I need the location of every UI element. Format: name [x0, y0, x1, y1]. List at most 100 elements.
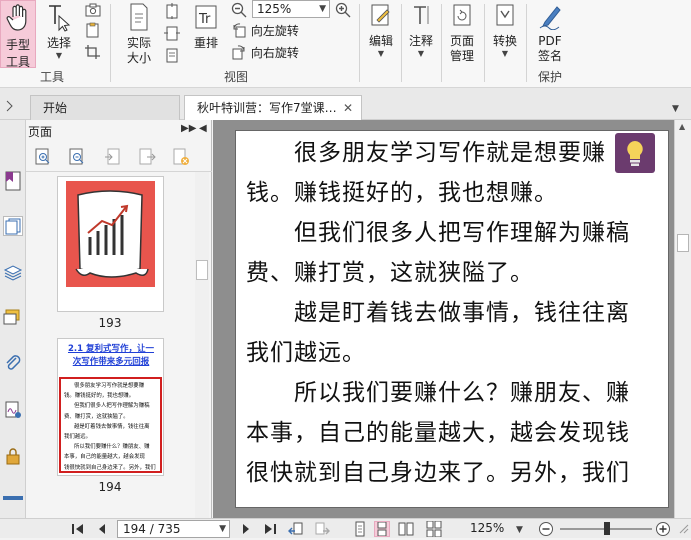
- hand-tool-button[interactable]: 手型 工具: [0, 0, 36, 69]
- edit-icon: [371, 4, 390, 26]
- previous-view-icon: [288, 522, 303, 535]
- panel-hide-button[interactable]: ◀: [199, 123, 207, 134]
- tips-button[interactable]: [615, 133, 655, 173]
- snapshot-button[interactable]: [84, 2, 102, 18]
- document-text-line: 我们越远。: [246, 340, 366, 366]
- page-number-input[interactable]: 194 / 735 ▼: [117, 520, 230, 538]
- select-tool-button[interactable]: 选择 ▼: [42, 2, 76, 60]
- bookmark-icon: [5, 171, 21, 191]
- tab-document[interactable]: 秋叶特训营：写作7堂课… ✕: [184, 95, 362, 120]
- fit-width-button[interactable]: [163, 24, 181, 42]
- layers-panel-button[interactable]: [3, 262, 23, 282]
- rotate-right-button[interactable]: 向右旋转: [231, 44, 299, 62]
- fit-visible-button[interactable]: [163, 46, 181, 64]
- security-panel-button[interactable]: [3, 446, 23, 466]
- view-group-label: 视图: [223, 70, 248, 84]
- annotate-label: 注释: [408, 34, 433, 48]
- signature-icon: [5, 401, 21, 418]
- comments-panel-button[interactable]: [3, 308, 23, 328]
- chevron-down-icon: ▼: [672, 104, 679, 114]
- fit-page-icon: [166, 3, 178, 19]
- double-chevron-right-icon: ▶▶: [181, 123, 197, 134]
- scroll-up-icon[interactable]: ▲: [679, 122, 685, 131]
- resize-grip-icon: [679, 524, 689, 534]
- last-page-button[interactable]: [262, 521, 278, 537]
- page-thumbnail-194[interactable]: 2.1 复利式写作，让一 次写作带来多元回报 很多朋友学习写作就是想要赚 钱。赚…: [57, 338, 164, 476]
- tabbar-arrow-icon[interactable]: [4, 100, 14, 115]
- pages-panel: 页面 ▶▶ ◀ 193 2.1 复利式写作，让一 次写作带来多元回报 很多朋友学…: [26, 120, 212, 518]
- chevron-down-icon: ▼: [219, 524, 226, 534]
- pdf-sign-button[interactable]: PDF 签名: [530, 2, 570, 64]
- rotate-left-button[interactable]: 向左旋转: [231, 22, 299, 40]
- edit-button[interactable]: 编辑 ▼: [364, 2, 398, 58]
- previous-view-button[interactable]: [288, 521, 304, 537]
- next-page-button[interactable]: [238, 521, 254, 537]
- pages-panel-scrollbar[interactable]: [195, 172, 209, 518]
- thumbnail-text-line: 本事，自己的能量越大，越会发现: [64, 454, 145, 461]
- next-view-button[interactable]: [314, 521, 330, 537]
- clipboard-button[interactable]: [84, 22, 102, 38]
- delete-page-button[interactable]: [172, 148, 190, 166]
- single-page-view-button[interactable]: [352, 521, 368, 537]
- thumbnail-text-line: 很多朋友学习写作就是想要赚: [74, 383, 145, 389]
- continuous-view-button[interactable]: [374, 521, 390, 537]
- actual-size-label-2: 大小: [126, 51, 151, 65]
- zoom-in-button[interactable]: [334, 1, 352, 19]
- zoom-select[interactable]: 125% ▼: [252, 0, 330, 18]
- rotate-right-icon: [232, 45, 245, 60]
- continuous-facing-view-button[interactable]: [426, 520, 442, 538]
- page-thumbnail-193[interactable]: [57, 176, 164, 312]
- select-tool-label: 选择: [46, 36, 71, 50]
- previous-page-icon: [99, 524, 105, 534]
- pdf-page[interactable]: 很多朋友学习写作就是想要赚 钱。赚钱挺好的，我也想赚。 但我们很多人把写作理解为…: [235, 130, 669, 508]
- scrollbar-thumb[interactable]: [677, 234, 689, 252]
- page-number-label: 193: [98, 316, 122, 330]
- tools-group-label: 工具: [39, 70, 64, 84]
- resize-grip[interactable]: [676, 521, 691, 537]
- paperclip-icon: [6, 355, 21, 370]
- fit-page-button[interactable]: [163, 2, 181, 20]
- close-icon[interactable]: ✕: [343, 96, 353, 120]
- first-page-button[interactable]: [70, 521, 86, 537]
- insert-page-button[interactable]: [104, 148, 122, 166]
- enlarge-thumbnail-button[interactable]: [34, 148, 52, 166]
- pages-panel-button[interactable]: [3, 216, 23, 236]
- actual-size-button[interactable]: 实际 大小: [120, 2, 158, 66]
- scrollbar-thumb[interactable]: [196, 260, 208, 280]
- document-text-line: 费、赚打赏，这就狭隘了。: [246, 260, 534, 286]
- panel-collapse-button[interactable]: ▶▶: [181, 123, 196, 134]
- zoom-in-button[interactable]: [655, 521, 671, 537]
- zoom-slider-handle[interactable]: [604, 522, 610, 535]
- pen-sign-icon: [539, 6, 561, 31]
- zoom-in-icon: [335, 2, 351, 18]
- zoom-out-button[interactable]: [538, 521, 554, 537]
- zoom-out-button[interactable]: [230, 1, 248, 19]
- document-scrollbar[interactable]: ▲: [674, 120, 691, 518]
- zoom-value: 125%: [257, 2, 292, 16]
- pdf-sign-label-2: 签名: [537, 49, 562, 63]
- thumbnail-heading-line-2: 次写作带来多元回报: [72, 357, 150, 367]
- extract-page-button[interactable]: [138, 148, 156, 166]
- crop-button[interactable]: [84, 44, 102, 60]
- previous-page-button[interactable]: [94, 521, 110, 537]
- zoom-menu-button[interactable]: ▼: [516, 521, 532, 537]
- thumbnail-text-line: 越是盯着钱去做事情，钱往往离: [74, 423, 150, 430]
- tab-start[interactable]: 开始: [30, 95, 180, 120]
- bookmarks-panel-button[interactable]: [3, 170, 23, 191]
- facing-view-button[interactable]: [398, 521, 414, 537]
- zoom-out-icon: [231, 2, 247, 18]
- pages-icon: [5, 218, 21, 235]
- tab-list-button[interactable]: ▼: [672, 100, 679, 114]
- chevron-down-icon: ▼: [319, 4, 326, 14]
- signatures-panel-button[interactable]: [3, 400, 23, 420]
- hand-tool-label-1: 手型: [5, 38, 30, 52]
- navigation-strip: [0, 120, 26, 518]
- camera-icon: [85, 3, 101, 17]
- attachments-panel-button[interactable]: [3, 354, 23, 374]
- svg-text:Tr: Tr: [198, 12, 211, 27]
- convert-button[interactable]: 转换 ▼: [488, 2, 522, 58]
- reflow-button[interactable]: Tr 重排: [188, 2, 224, 51]
- reduce-thumbnail-button[interactable]: [68, 148, 86, 166]
- annotate-button[interactable]: 注释 ▼: [404, 2, 438, 58]
- page-management-button[interactable]: 页面 管理: [444, 2, 480, 64]
